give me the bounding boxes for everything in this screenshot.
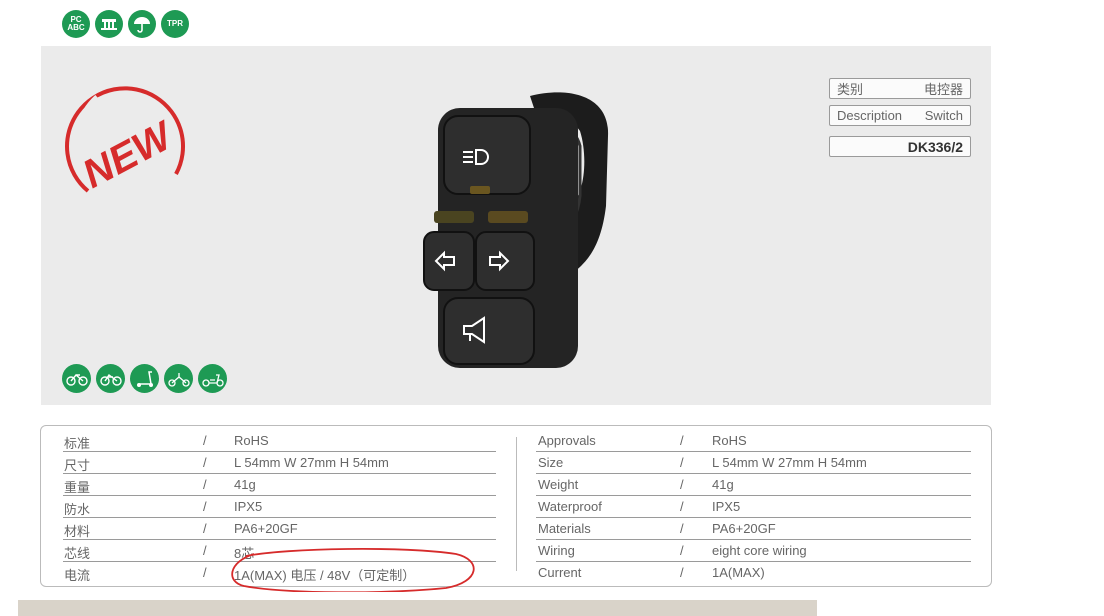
- row-value: eight core wiring: [712, 543, 807, 558]
- row-value: 41g: [234, 477, 256, 492]
- row-label: Materials: [538, 521, 591, 536]
- row-separator: /: [680, 477, 684, 492]
- row-value: PA6+20GF: [712, 521, 776, 536]
- table-row: Waterproof / IPX5: [536, 496, 971, 518]
- table-row: Materials / PA6+20GF: [536, 518, 971, 540]
- model-number: DK336/2: [907, 138, 963, 155]
- row-label: 标准: [64, 436, 91, 451]
- row-label: 材料: [64, 524, 91, 539]
- row-label: 电流: [64, 568, 91, 583]
- scooter-icon: [130, 364, 159, 393]
- row-separator: /: [203, 455, 207, 470]
- row-label: 重量: [64, 480, 91, 495]
- row-label: Waterproof: [538, 499, 602, 514]
- row-label: 防水: [64, 502, 91, 517]
- row-value: IPX5: [712, 499, 741, 514]
- bicycle-icon: [62, 364, 91, 393]
- category-label: 类别: [837, 82, 864, 97]
- photo-strip: [18, 600, 817, 616]
- tpr-icon: TPR: [161, 10, 189, 38]
- category-box: 类别 电控器: [829, 78, 971, 99]
- red-oval-annotation: [231, 548, 475, 592]
- ebike-icon: [96, 364, 125, 393]
- row-separator: /: [203, 433, 207, 448]
- row-value: L 54mm W 27mm H 54mm: [712, 455, 867, 470]
- row-separator: /: [203, 521, 207, 536]
- new-badge-text: NEW: [76, 113, 182, 197]
- table-row: Current / 1A(MAX): [536, 562, 971, 584]
- pa-icon: [95, 10, 123, 38]
- row-label: Current: [538, 565, 582, 580]
- row-separator: /: [680, 521, 684, 536]
- description-label: Description: [837, 108, 903, 123]
- umbrella-icon: [128, 10, 156, 38]
- row-separator: /: [203, 543, 207, 558]
- row-separator: /: [203, 565, 207, 580]
- row-value: 41g: [712, 477, 734, 492]
- table-row: Approvals / RoHS: [536, 430, 971, 452]
- pc-abc-icon: PC ABC: [62, 10, 90, 38]
- table-row: Weight / 41g: [536, 474, 971, 496]
- row-separator: /: [680, 455, 684, 470]
- row-value: IPX5: [234, 499, 263, 514]
- moped-icon: [198, 364, 227, 393]
- table-row: Wiring / eight core wiring: [536, 540, 971, 562]
- row-label: 芯线: [64, 546, 91, 561]
- row-separator: /: [203, 499, 207, 514]
- table-row: 标准 / RoHS: [63, 430, 496, 452]
- row-label: Approvals: [538, 433, 596, 448]
- row-value: RoHS: [234, 433, 269, 448]
- table-row: 尺寸 / L 54mm W 27mm H 54mm: [63, 452, 496, 474]
- row-label: Size: [538, 455, 564, 470]
- material-icons: PC ABC TPR: [62, 10, 189, 38]
- new-badge: NEW: [65, 86, 185, 197]
- table-divider: [516, 437, 517, 571]
- row-separator: /: [680, 543, 684, 558]
- row-label: Wiring: [538, 543, 575, 558]
- tricycle-icon: [164, 364, 193, 393]
- usage-icons: [62, 364, 227, 393]
- row-separator: /: [680, 433, 684, 448]
- row-value: 1A(MAX): [712, 565, 765, 580]
- table-row: 材料 / PA6+20GF: [63, 518, 496, 540]
- model-box: DK336/2: [829, 136, 971, 157]
- row-label: Weight: [538, 477, 579, 492]
- description-value: Switch: [924, 108, 963, 123]
- row-value: RoHS: [712, 433, 747, 448]
- switch-product-image: [423, 92, 609, 368]
- row-separator: /: [680, 499, 684, 514]
- row-value: L 54mm W 27mm H 54mm: [234, 455, 389, 470]
- table-row: Size / L 54mm W 27mm H 54mm: [536, 452, 971, 474]
- row-label: 尺寸: [64, 458, 91, 473]
- row-separator: /: [203, 477, 207, 492]
- table-row: 防水 / IPX5: [63, 496, 496, 518]
- description-box: Description Switch: [829, 105, 971, 126]
- row-separator: /: [680, 565, 684, 580]
- category-value: 电控器: [923, 82, 963, 97]
- table-row: 重量 / 41g: [63, 474, 496, 496]
- row-value: PA6+20GF: [234, 521, 298, 536]
